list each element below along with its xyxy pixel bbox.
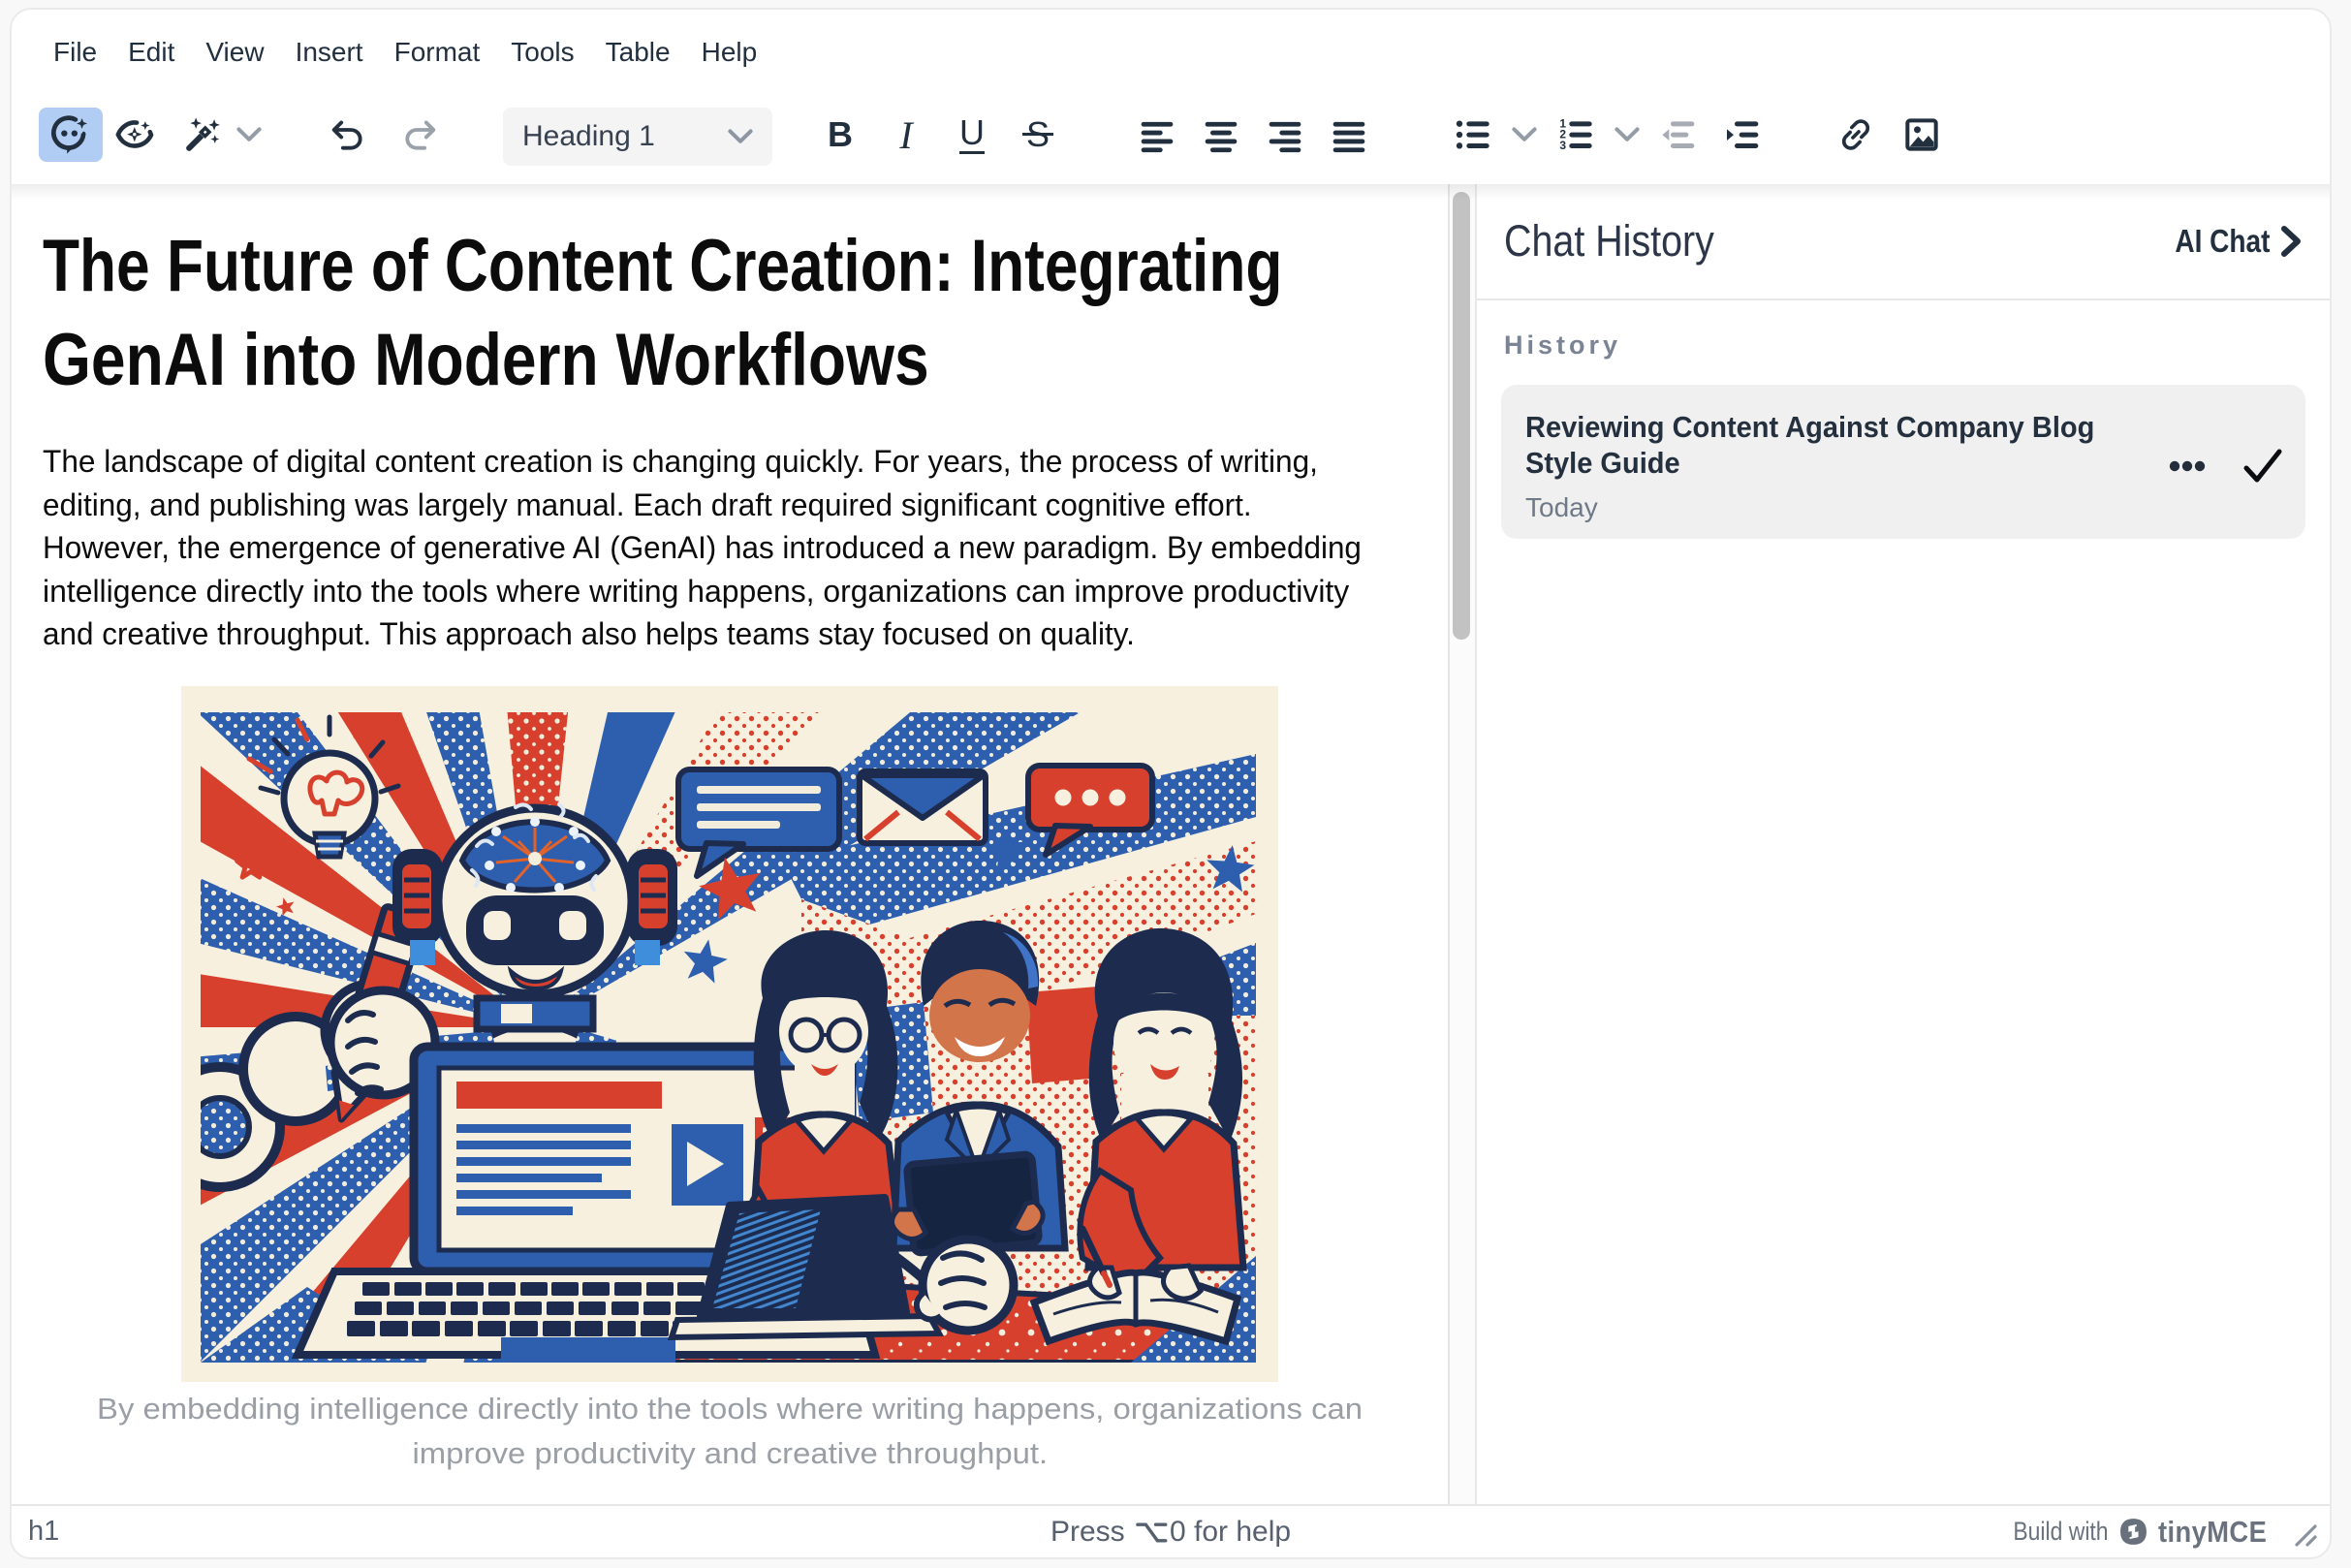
svg-text:3: 3	[1559, 139, 1566, 152]
